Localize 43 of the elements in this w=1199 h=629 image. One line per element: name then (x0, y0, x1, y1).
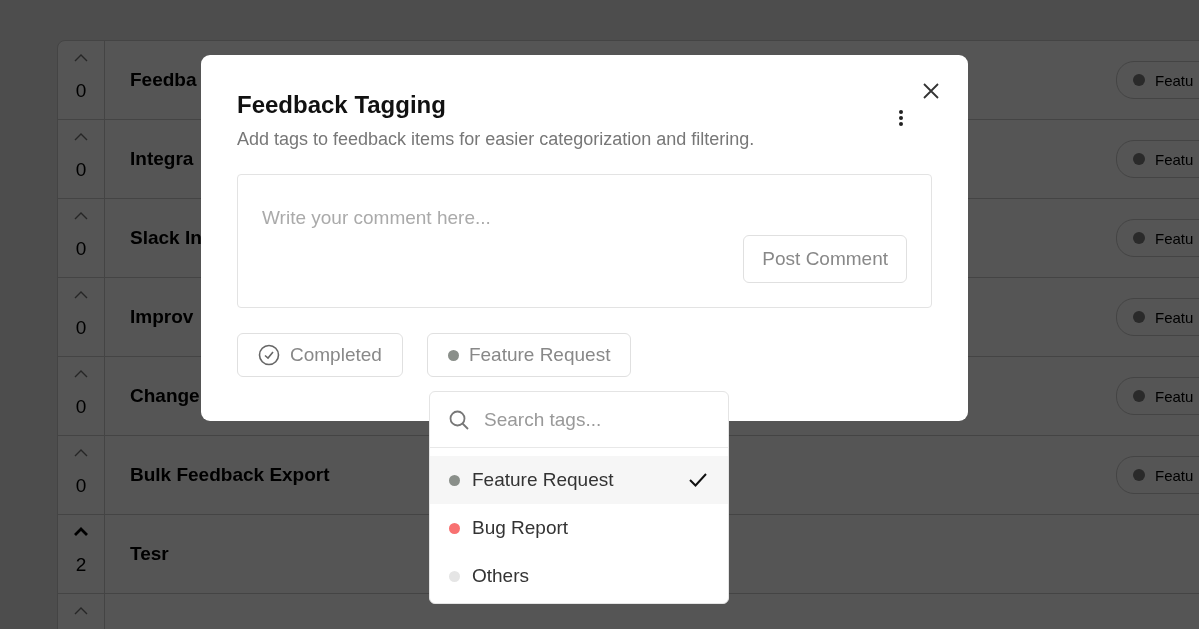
upvote-icon[interactable] (73, 606, 89, 616)
feedback-title[interactable]: Bulk Feedback Export (130, 464, 330, 486)
more-icon[interactable] (898, 109, 904, 127)
comment-field[interactable]: Write your comment here... Post Comment (237, 174, 932, 308)
close-icon[interactable] (923, 83, 939, 99)
upvote-icon[interactable] (73, 369, 89, 379)
check-circle-icon (258, 344, 280, 366)
upvote-icon[interactable] (73, 132, 89, 142)
upvote-icon[interactable] (73, 527, 89, 537)
tag-pill[interactable]: Featu (1116, 456, 1199, 494)
upvote-icon[interactable] (73, 53, 89, 63)
vote-count: 0 (75, 318, 87, 338)
vote-count: 0 (75, 476, 87, 496)
tag-pill[interactable]: Featu (1116, 298, 1199, 336)
feedback-title[interactable]: Feedba (130, 69, 197, 91)
upvote-icon[interactable] (73, 211, 89, 221)
tag-pill[interactable]: Featu (1116, 61, 1199, 99)
status-chip[interactable]: Completed (237, 333, 403, 377)
tag-option[interactable]: Others (430, 552, 728, 600)
tag-option[interactable]: Feature Request (430, 456, 728, 504)
tag-search-field[interactable]: Search tags... (482, 407, 686, 432)
vote-count: 0 (75, 397, 87, 417)
check-icon (688, 472, 708, 488)
tag-pill[interactable]: Featu (1116, 219, 1199, 257)
feedback-title[interactable]: Improv (130, 306, 194, 328)
upvote-icon[interactable] (73, 448, 89, 458)
feedback-title[interactable]: Change (130, 385, 200, 407)
vote-count: 0 (75, 160, 87, 180)
post-comment-button[interactable]: Post Comment (743, 235, 907, 283)
upvote-icon[interactable] (73, 290, 89, 300)
tag-option[interactable]: Bug Report (430, 504, 728, 552)
search-icon (448, 408, 470, 431)
dialog-title: Feedback Tagging (237, 90, 446, 120)
dialog-subtitle: Add tags to feedback items for easier categorization and filtering. (237, 129, 756, 150)
feedback-title[interactable]: Integra (130, 148, 194, 170)
tag-pill[interactable]: Featu (1116, 140, 1199, 178)
vote-count: 0 (75, 81, 87, 101)
feedback-title[interactable]: Slack In (130, 227, 202, 249)
tag-chip[interactable]: Feature Request (426, 333, 632, 377)
vote-count: 0 (75, 239, 87, 259)
tag-pill[interactable]: Featu (1116, 377, 1199, 415)
vote-count: 2 (75, 555, 87, 575)
feedback-title[interactable]: Tesr (130, 543, 169, 565)
